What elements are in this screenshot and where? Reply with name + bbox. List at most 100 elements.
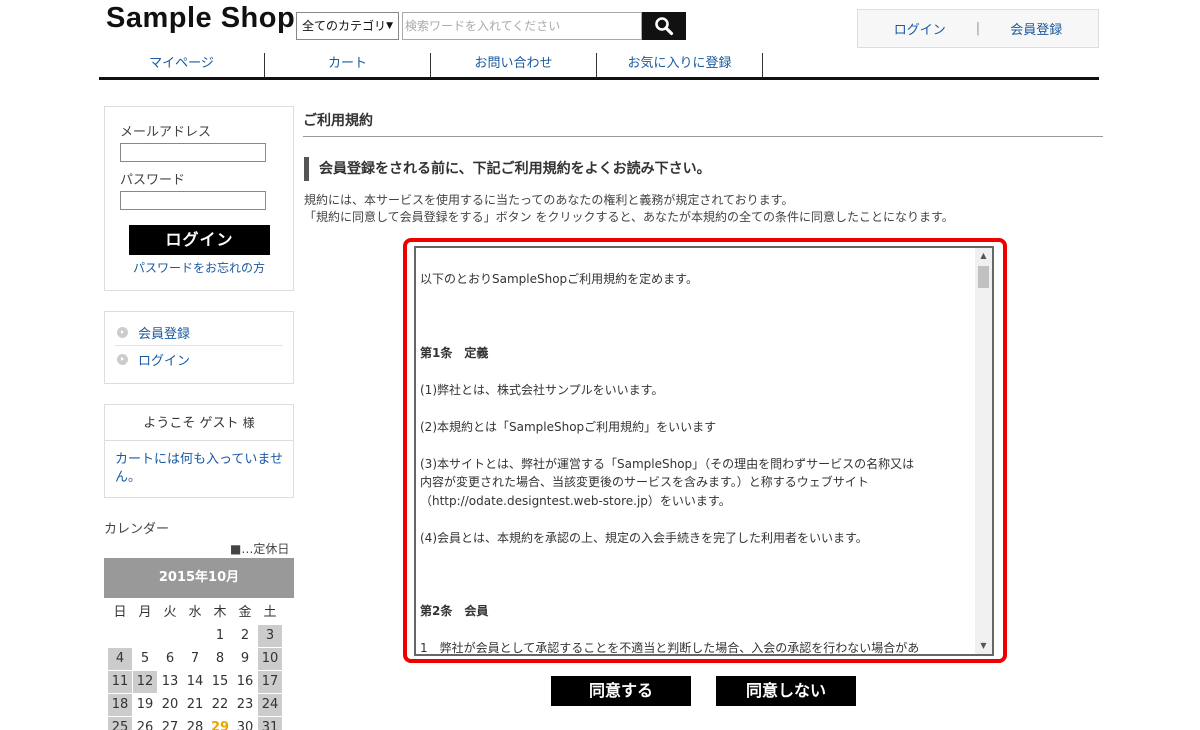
calendar-day: 9	[240, 651, 250, 666]
page-title: ご利用規約	[303, 110, 1103, 137]
calendar-day: 1	[215, 628, 225, 643]
calendar-day: 29	[210, 720, 230, 730]
calendar-day: 17	[258, 671, 282, 693]
menu-item-register[interactable]: 会員登録	[115, 320, 283, 346]
member-menu: 会員登録 ログイン	[104, 311, 294, 384]
calendar-weekday: 金	[238, 605, 252, 620]
header-register-link[interactable]: 会員登録	[1010, 19, 1062, 38]
calendar-day: 26	[136, 720, 154, 730]
calendar-day: 13	[161, 674, 179, 689]
email-field[interactable]	[120, 143, 266, 162]
calendar-day: 27	[161, 720, 179, 730]
welcome-panel: ようこそ ゲスト 様 カートには何も入っていません。	[104, 404, 294, 498]
auth-links: ログイン | 会員登録	[857, 9, 1099, 48]
calendar-day: 16	[236, 674, 254, 689]
shop-logo[interactable]: Sample Shop	[106, 2, 295, 35]
scroll-down-icon[interactable]: ▼	[975, 638, 992, 654]
intro-line: 「規約に同意して会員登録をする」ボタン をクリックすると、あなたが本規約の全ての…	[304, 210, 954, 224]
nav-favorite[interactable]: お気に入りに登録	[597, 53, 763, 77]
auth-separator: |	[975, 21, 981, 36]
calendar-day: 11	[108, 671, 132, 693]
search-icon	[655, 17, 674, 36]
terms-content: 以下のとおりSampleShopご利用規約を定めます。 第1条 定義 (1)弊社…	[420, 270, 975, 655]
terms-opening: 以下のとおりSampleShopご利用規約を定めます。	[420, 272, 698, 286]
calendar-day: 22	[211, 697, 229, 712]
arrow-bullet-icon	[117, 327, 128, 338]
calendar-day: 12	[133, 671, 157, 693]
password-field[interactable]	[120, 191, 266, 210]
calendar-day: 19	[136, 697, 154, 712]
calendar-day: 20	[161, 697, 179, 712]
calendar-day: 28	[186, 720, 204, 730]
terms-scrollbar[interactable]: ▲ ▼	[975, 248, 992, 654]
calendar-day: 31	[258, 717, 282, 730]
email-label: メールアドレス	[120, 125, 212, 140]
calendar-day: 7	[190, 651, 200, 666]
calendar-day: 3	[258, 625, 282, 647]
calendar-day: 18	[108, 694, 132, 716]
agree-button[interactable]: 同意する	[551, 676, 691, 706]
calendar-empty	[158, 625, 182, 647]
terms-item: 1 弊社が会員として承認することを不適当と判断した場合、入会の承認を行わない場合…	[420, 641, 920, 655]
calendar-day: 25	[108, 717, 132, 730]
calendar-legend: ■…定休日	[230, 542, 290, 556]
menu-item-label[interactable]: ログイン	[138, 350, 190, 369]
terms-article-title: 第1条 定義	[420, 345, 489, 360]
terms-subtitle: 会員登録をされる前に、下記ご利用規約をよくお読み下さい。	[304, 157, 711, 181]
calendar-day: 30	[236, 720, 254, 730]
terms-item: 内容が変更された場合、当該変更後のサービスを含みます。）と称するウェブサイト	[420, 475, 869, 489]
calendar-day: 15	[211, 674, 229, 689]
welcome-title: ようこそ ゲスト 様	[105, 405, 293, 441]
calendar-weekday: 日	[113, 605, 127, 620]
nav-mypage[interactable]: マイページ	[99, 53, 265, 77]
intro-line: 規約には、本サービスを使用するに当たってのあなたの権利と義務が規定されております…	[304, 193, 794, 207]
calendar-weekday: 火	[163, 605, 177, 620]
password-label: パスワード	[120, 173, 186, 188]
category-select-value: 全てのカテゴリ	[302, 19, 387, 33]
calendar-month: 2015年10月	[104, 558, 294, 598]
calendar-empty	[183, 625, 207, 647]
forgot-password-link[interactable]: パスワードをお忘れの方	[133, 259, 265, 276]
calendar-day: 8	[215, 651, 225, 666]
calendar-weekday: 土	[263, 605, 277, 620]
calendar-weekday: 木	[213, 605, 227, 620]
calendar-title: カレンダー	[104, 522, 170, 537]
login-panel: メールアドレス パスワード ログイン パスワードをお忘れの方	[104, 106, 294, 291]
calendar-day: 10	[258, 648, 282, 670]
terms-item: (1)弊社とは、株式会社サンプルをいいます。	[420, 382, 664, 397]
dropdown-arrow-icon: ▼	[386, 21, 393, 31]
global-nav: マイページ カート お問い合わせ お気に入りに登録	[99, 53, 1099, 80]
terms-article-title: 第2条 会員	[420, 604, 489, 618]
welcome-suffix: 様	[242, 416, 255, 430]
menu-item-label[interactable]: 会員登録	[138, 323, 190, 342]
category-select[interactable]: 全てのカテゴリ ▼	[296, 12, 399, 40]
welcome-text: ようこそ ゲスト	[143, 416, 239, 431]
disagree-button[interactable]: 同意しない	[716, 676, 856, 706]
calendar-grid: 日月火水木金土 1 2 3 4 5 6 7 8 9 10 11 12 13 14 15 16 17 18 19 20 21…	[108, 602, 286, 730]
cart-empty-message: カートには何も入っていません。	[115, 452, 283, 485]
calendar-day: 23	[236, 697, 254, 712]
terms-item: (2)本規約とは「SampleShopご利用規約」をいいます	[420, 419, 717, 434]
calendar-day: 2	[240, 628, 250, 643]
calendar-weekday: 月	[138, 605, 152, 620]
calendar-day: 5	[140, 651, 150, 666]
sidebar-login-button[interactable]: ログイン	[129, 225, 270, 255]
arrow-bullet-icon	[117, 353, 128, 365]
calendar-day: 14	[186, 674, 204, 689]
header-login-link[interactable]: ログイン	[894, 19, 946, 38]
scroll-thumb[interactable]	[978, 266, 989, 288]
search-input[interactable]: 検索ワードを入れてください	[402, 12, 642, 40]
calendar-empty	[108, 625, 132, 647]
calendar-day: 21	[186, 697, 204, 712]
calendar-weekday: 水	[188, 605, 202, 620]
terms-textarea[interactable]: 以下のとおりSampleShopご利用規約を定めます。 第1条 定義 (1)弊社…	[414, 246, 994, 656]
scroll-up-icon[interactable]: ▲	[975, 248, 992, 264]
calendar-day: 6	[165, 651, 175, 666]
menu-item-login[interactable]: ログイン	[115, 346, 283, 372]
nav-cart[interactable]: カート	[265, 53, 431, 77]
nav-contact[interactable]: お問い合わせ	[431, 53, 597, 77]
terms-item: (3)本サイトとは、弊社が運営する「SampleShop」（その理由を問わずサー…	[420, 456, 915, 471]
search-button[interactable]	[642, 12, 686, 40]
terms-item: (4)会員とは、本規約を承認の上、規定の入会手続きを完了した利用者をいいます。	[420, 530, 868, 545]
calendar-day: 24	[258, 694, 282, 716]
